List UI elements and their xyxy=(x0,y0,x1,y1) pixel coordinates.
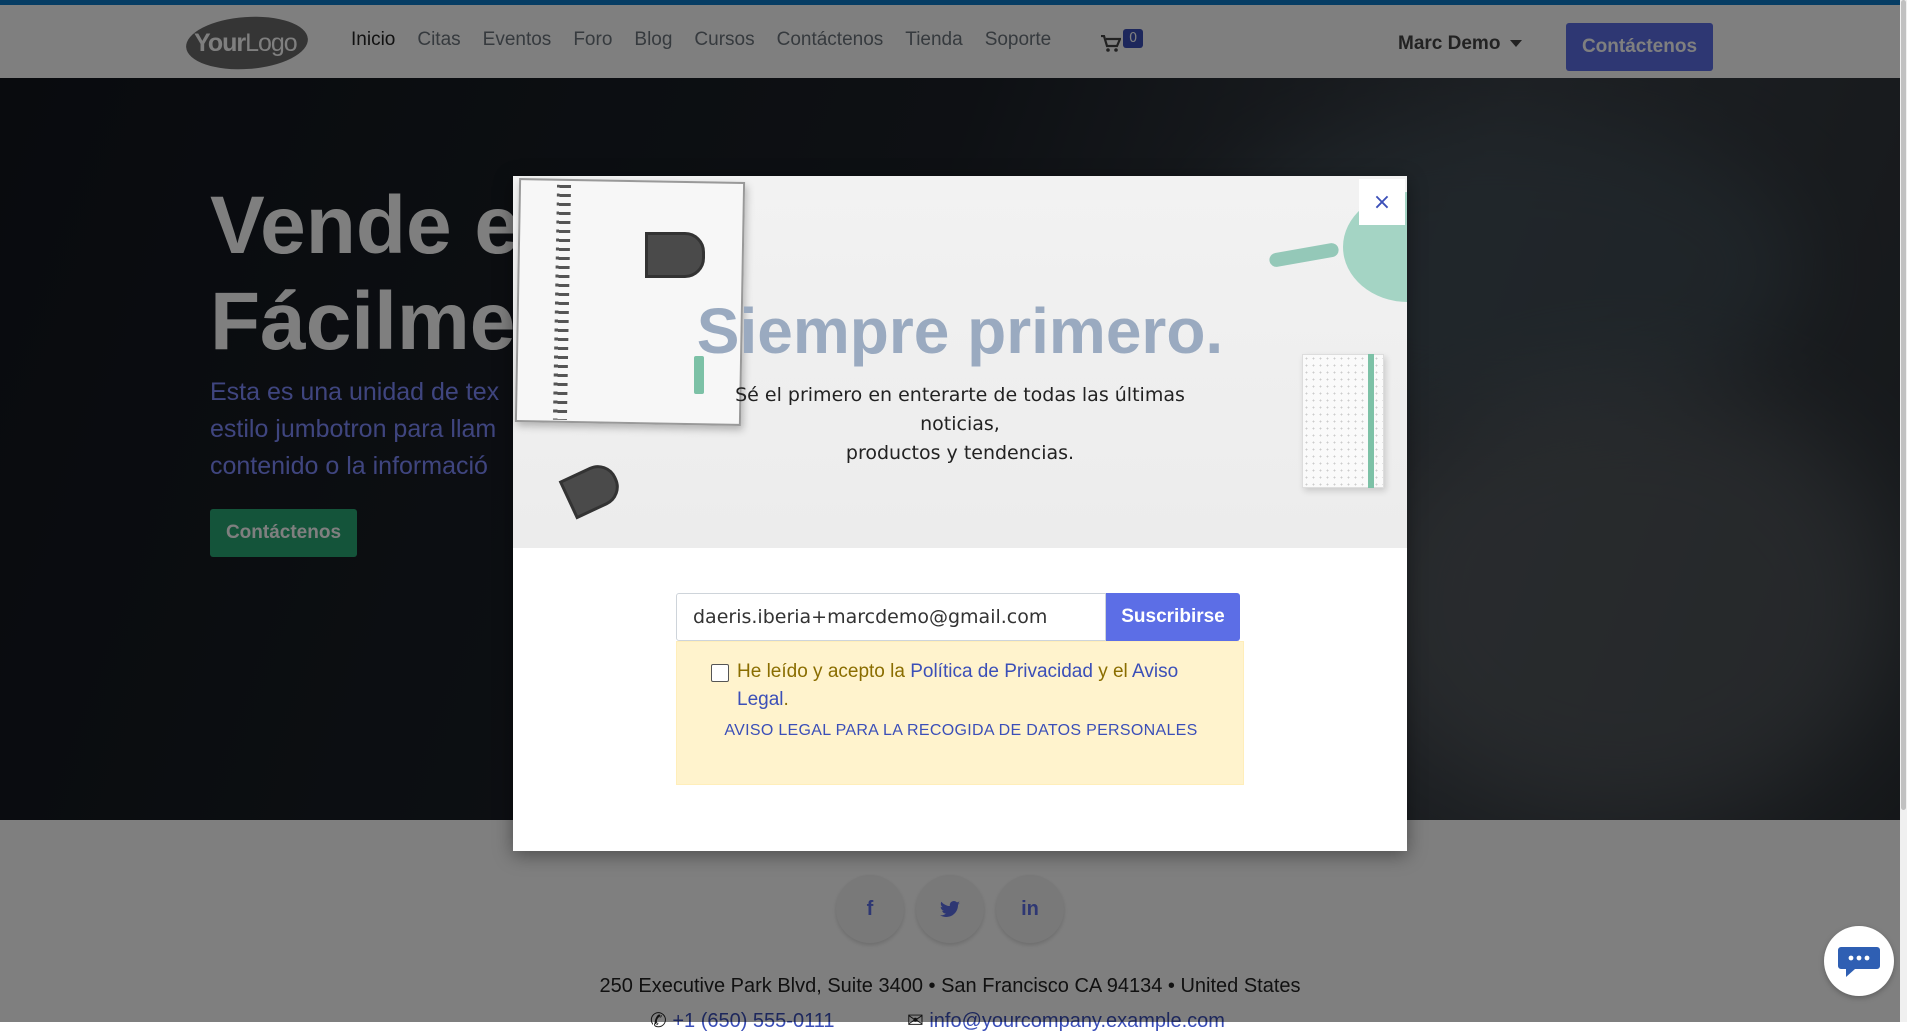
binder-clip-illustration xyxy=(558,458,626,520)
close-icon[interactable]: × xyxy=(1359,179,1405,225)
consent-box: He leído y acepto la Política de Privaci… xyxy=(676,641,1244,785)
subscribe-form: Suscribirse xyxy=(676,593,1244,641)
popup-header-image: Siempre primero. Sé el primero en entera… xyxy=(513,176,1407,548)
privacy-policy-link[interactable]: Política de Privacidad xyxy=(910,661,1093,682)
popup-subtitle: Sé el primero en enterarte de todas las … xyxy=(735,384,1185,464)
consent-text: He leído y acepto la Política de Privaci… xyxy=(737,661,1179,710)
subscribe-button[interactable]: Suscribirse xyxy=(1106,593,1240,641)
binder-clip-illustration xyxy=(645,232,705,278)
popup-heading: Siempre primero. xyxy=(696,295,1224,367)
data-collection-legal-link[interactable]: AVISO LEGAL PARA LA RECOGIDA DE DATOS PE… xyxy=(677,722,1245,740)
email-field[interactable] xyxy=(676,593,1106,641)
newsletter-popup: Siempre primero. Sé el primero en entera… xyxy=(513,176,1407,851)
chat-bubble-icon[interactable] xyxy=(1824,926,1894,996)
scrollbar-thumb[interactable] xyxy=(1901,0,1906,810)
consent-checkbox[interactable] xyxy=(711,664,729,682)
notepad-band-illustration xyxy=(1368,354,1374,488)
teapot-spout-illustration xyxy=(1268,242,1340,268)
